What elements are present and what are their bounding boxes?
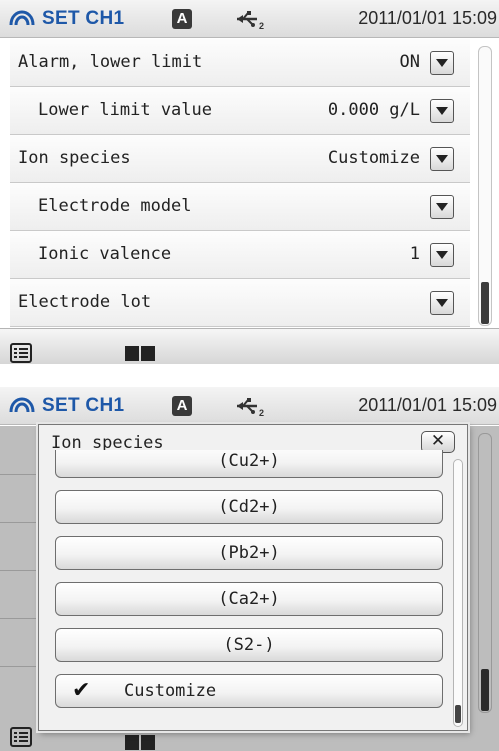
header-bar: SET CH1 A 2 2011/01/01 15:09 bbox=[0, 387, 499, 425]
setting-value: ON bbox=[399, 52, 420, 72]
option-list: (Cu2+) (Cd2+) (Pb2+) (Ca2+) (S2-) ✔ Cust… bbox=[55, 450, 443, 728]
mode-badge: A bbox=[172, 9, 192, 29]
list-icon bbox=[10, 727, 32, 747]
option-button-s2[interactable]: (S2-) bbox=[55, 628, 443, 662]
datetime-display: 2011/01/01 15:09 bbox=[358, 395, 497, 415]
ion-species-screen: SET CH1 A 2 2011/01/01 15:09 Ion species… bbox=[0, 387, 499, 751]
popup-scrollbar-thumb[interactable] bbox=[455, 705, 461, 723]
option-label: Customize bbox=[124, 681, 217, 701]
chevron-down-icon bbox=[436, 251, 448, 259]
option-button-customize[interactable]: ✔ Customize bbox=[55, 674, 443, 708]
setting-label: Electrode lot bbox=[18, 292, 152, 312]
chevron-down-icon bbox=[436, 107, 448, 115]
setting-row-electrode-model[interactable]: Electrode model bbox=[10, 183, 470, 231]
setting-label: Alarm, lower limit bbox=[18, 52, 203, 72]
setting-label: Electrode model bbox=[38, 196, 192, 216]
dropdown-button[interactable] bbox=[430, 147, 454, 171]
book-icon[interactable] bbox=[124, 344, 156, 362]
settings-screen: SET CH1 A 2 2011/01/01 15:09 Alarm, lowe… bbox=[0, 0, 499, 364]
chevron-down-icon bbox=[436, 59, 448, 67]
option-label: (Cu2+) bbox=[218, 451, 280, 471]
setting-label: Lower limit value bbox=[38, 100, 212, 120]
dropdown-button[interactable] bbox=[430, 243, 454, 267]
dropdown-button[interactable] bbox=[430, 99, 454, 123]
usb-icon: 2 bbox=[237, 11, 264, 31]
dropdown-button[interactable] bbox=[430, 291, 454, 315]
divider bbox=[0, 570, 40, 571]
ion-species-popup: Ion species ✕ (Cu2+) (Cd2+) (Pb2+) (Ca2+… bbox=[38, 424, 468, 731]
setting-value: 1 bbox=[409, 244, 420, 264]
setting-value: 0.000 g/L bbox=[327, 100, 420, 120]
option-label: (Pb2+) bbox=[218, 543, 280, 563]
popup-scrollbar-track[interactable] bbox=[453, 459, 463, 727]
chevron-down-icon bbox=[436, 299, 448, 307]
setting-row-lower-limit-value[interactable]: Lower limit value 0.000 g/L bbox=[10, 87, 470, 135]
check-icon: ✔ bbox=[72, 678, 91, 703]
settings-list: Alarm, lower limit ON Lower limit value … bbox=[10, 39, 470, 327]
ch-logo-icon bbox=[9, 397, 35, 413]
screen-title: SET CH1 bbox=[42, 8, 125, 29]
svg-text:2: 2 bbox=[259, 408, 264, 418]
close-icon: ✕ bbox=[430, 431, 446, 451]
setting-row-alarm-lower-limit[interactable]: Alarm, lower limit ON bbox=[10, 39, 470, 87]
option-button-cd2[interactable]: (Cd2+) bbox=[55, 490, 443, 524]
screen-title: SET CH1 bbox=[42, 395, 125, 416]
option-label: (Cd2+) bbox=[218, 497, 280, 517]
divider bbox=[0, 666, 40, 667]
option-button-cu2[interactable]: (Cu2+) bbox=[55, 450, 443, 478]
chevron-down-icon bbox=[436, 155, 448, 163]
book-icon bbox=[125, 735, 155, 750]
setting-row-electrode-lot[interactable]: Electrode lot bbox=[10, 279, 470, 327]
divider bbox=[0, 474, 40, 475]
option-label: (Ca2+) bbox=[218, 589, 280, 609]
scrollbar-thumb bbox=[481, 669, 489, 711]
chevron-down-icon bbox=[436, 203, 448, 211]
mode-badge: A bbox=[172, 396, 192, 416]
option-button-ca2[interactable]: (Ca2+) bbox=[55, 582, 443, 616]
setting-row-ionic-valence[interactable]: Ionic valence 1 bbox=[10, 231, 470, 279]
setting-label: Ionic valence bbox=[38, 244, 172, 264]
header-bar: SET CH1 A 2 2011/01/01 15:09 bbox=[0, 0, 499, 38]
svg-text:2: 2 bbox=[259, 21, 264, 31]
setting-row-ion-species[interactable]: Ion species Customize bbox=[10, 135, 470, 183]
option-button-pb2[interactable]: (Pb2+) bbox=[55, 536, 443, 570]
ch-logo-icon bbox=[9, 10, 35, 26]
setting-label: Ion species bbox=[18, 148, 131, 168]
option-label: (S2-) bbox=[223, 635, 275, 655]
divider bbox=[0, 522, 40, 523]
footer-bar bbox=[0, 328, 499, 364]
divider bbox=[0, 618, 40, 619]
list-icon[interactable] bbox=[10, 343, 32, 363]
dropdown-button[interactable] bbox=[430, 51, 454, 75]
setting-value: Customize bbox=[327, 148, 420, 168]
dropdown-button[interactable] bbox=[430, 195, 454, 219]
scrollbar-thumb[interactable] bbox=[481, 282, 489, 324]
datetime-display: 2011/01/01 15:09 bbox=[358, 8, 497, 28]
usb-icon: 2 bbox=[237, 398, 264, 418]
